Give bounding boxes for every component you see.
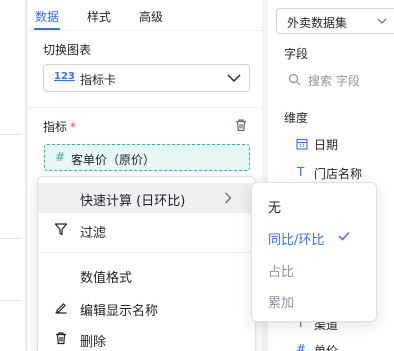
menu-item-label: 删除 xyxy=(80,335,107,350)
number-field-icon: # xyxy=(55,150,66,164)
submenu-item-yoy-mom[interactable]: 同比/环比 xyxy=(252,223,376,251)
fields-label: 字段 xyxy=(284,47,309,61)
field-item-unit-price[interactable]: 单价 xyxy=(314,342,338,351)
metric-field-label: 客单价（原价） xyxy=(71,153,156,167)
search-placeholder: 搜索 字段 xyxy=(308,74,360,88)
dimension-label: 维度 xyxy=(284,111,309,125)
trash-icon[interactable] xyxy=(234,118,248,132)
indicator-card-icon: 123 xyxy=(54,71,75,82)
menu-item-edit-display-name[interactable]: 编辑显示名称 xyxy=(38,293,255,323)
edit-icon xyxy=(55,303,67,314)
chart-type-value: 指标卡 xyxy=(80,73,117,87)
section-divider xyxy=(28,107,262,108)
menu-item-label: 数值格式 xyxy=(80,271,133,286)
number-type-icon: # xyxy=(296,342,307,351)
sidebar-divider xyxy=(0,300,22,301)
menu-item-label: 快速计算 (日环比) xyxy=(80,194,186,209)
menu-item-filter[interactable]: 过滤 xyxy=(38,215,255,245)
tab-advanced[interactable]: 高级 xyxy=(139,8,163,25)
check-icon xyxy=(338,231,350,241)
text-type-icon: T xyxy=(297,165,305,179)
dataset-select[interactable]: 外卖数据集 xyxy=(276,8,394,34)
quick-calc-submenu: 无 同比/环比 占比 累加 xyxy=(251,182,377,322)
submenu-item-proportion: 占比 xyxy=(252,255,376,283)
switch-chart-label: 切换图表 xyxy=(43,43,92,57)
submenu-item-none[interactable]: 无 xyxy=(252,191,376,219)
chevron-down-icon xyxy=(227,74,241,82)
metric-label-text: 指标 xyxy=(43,120,68,134)
dataset-value: 外卖数据集 xyxy=(287,16,348,30)
metric-context-menu: 快速计算 (日环比) 过滤 数值格式 编辑显示名称 删除 xyxy=(37,176,256,351)
calendar-icon xyxy=(296,138,308,150)
tab-divider xyxy=(28,30,262,31)
menu-item-label: 编辑显示名称 xyxy=(80,304,159,319)
filter-icon xyxy=(54,223,68,236)
trash-icon xyxy=(56,332,66,345)
menu-item-label: 过滤 xyxy=(80,226,107,241)
left-sidebar-edge xyxy=(0,0,26,351)
chart-type-select[interactable]: 123 指标卡 xyxy=(43,64,250,92)
sidebar-divider xyxy=(0,238,22,239)
required-mark: * xyxy=(70,120,77,134)
submenu-item-label: 无 xyxy=(268,201,282,216)
sidebar-divider xyxy=(0,134,22,135)
submenu-item-label: 累加 xyxy=(268,296,295,311)
field-item-store-name[interactable]: 门店名称 xyxy=(314,165,362,182)
metric-field-chip[interactable]: # 客单价（原价） xyxy=(44,144,250,171)
tab-data[interactable]: 数据 xyxy=(35,8,59,25)
config-tabs: 数据 样式 高级 xyxy=(28,0,262,32)
field-item-date[interactable]: 日期 xyxy=(314,136,338,153)
menu-item-number-format[interactable]: 数值格式 xyxy=(38,260,255,290)
menu-item-delete[interactable]: 删除 xyxy=(38,324,255,351)
menu-item-quick-calc[interactable]: 快速计算 (日环比) xyxy=(38,183,255,213)
tab-style[interactable]: 样式 xyxy=(87,8,111,25)
field-search-input[interactable]: 搜索 字段 xyxy=(286,70,394,90)
search-icon xyxy=(288,73,301,86)
submenu-item-label: 同比/环比 xyxy=(268,233,325,248)
chevron-down-icon xyxy=(377,18,387,24)
metric-label: 指标 * xyxy=(43,118,76,135)
submenu-item-cumulative: 累加 xyxy=(252,286,376,314)
chevron-right-icon xyxy=(225,192,232,204)
menu-divider xyxy=(38,252,255,253)
submenu-item-label: 占比 xyxy=(268,265,295,280)
